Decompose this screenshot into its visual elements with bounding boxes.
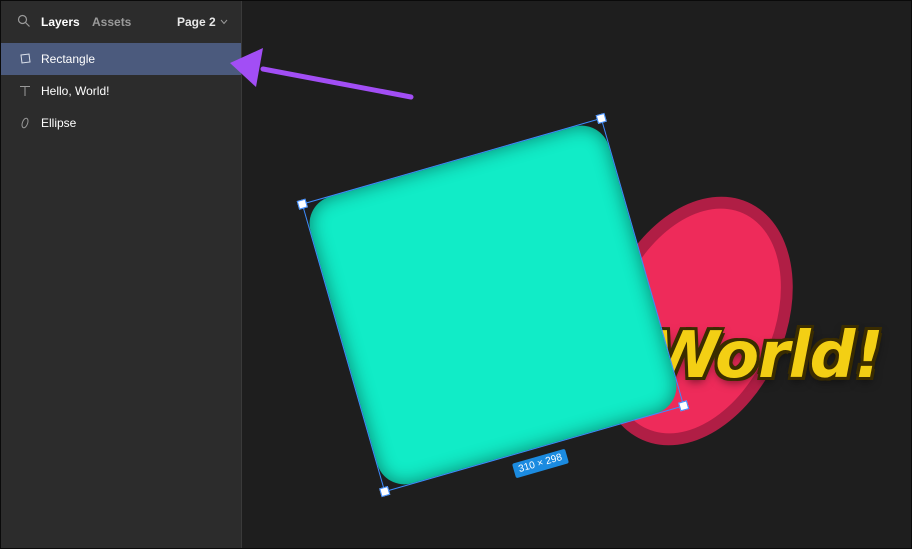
page-selector-value: Page 2 xyxy=(177,15,216,29)
layers-panel: Layers Assets Page 2 Rectangle Hello, Wo… xyxy=(1,1,242,548)
chevron-down-icon xyxy=(220,19,228,25)
hello-world-text[interactable]: World! xyxy=(649,319,884,393)
tab-assets[interactable]: Assets xyxy=(92,15,131,29)
layer-item-rectangle[interactable]: Rectangle xyxy=(1,43,241,75)
ellipse-icon xyxy=(18,116,32,130)
layer-item-ellipse[interactable]: Ellipse xyxy=(1,107,241,139)
layer-label: Ellipse xyxy=(41,116,77,130)
design-app-window: Layers Assets Page 2 Rectangle Hello, Wo… xyxy=(0,0,912,549)
page-selector[interactable]: Page 2 xyxy=(177,15,228,29)
panel-header: Layers Assets Page 2 xyxy=(1,1,241,42)
layer-item-text[interactable]: Hello, World! xyxy=(1,75,241,107)
rectangle-icon xyxy=(18,52,32,66)
tab-layers[interactable]: Layers xyxy=(41,15,80,29)
text-icon xyxy=(18,84,32,98)
layer-label: Hello, World! xyxy=(41,84,110,98)
search-icon[interactable] xyxy=(17,14,31,28)
layer-label: Rectangle xyxy=(41,52,96,66)
